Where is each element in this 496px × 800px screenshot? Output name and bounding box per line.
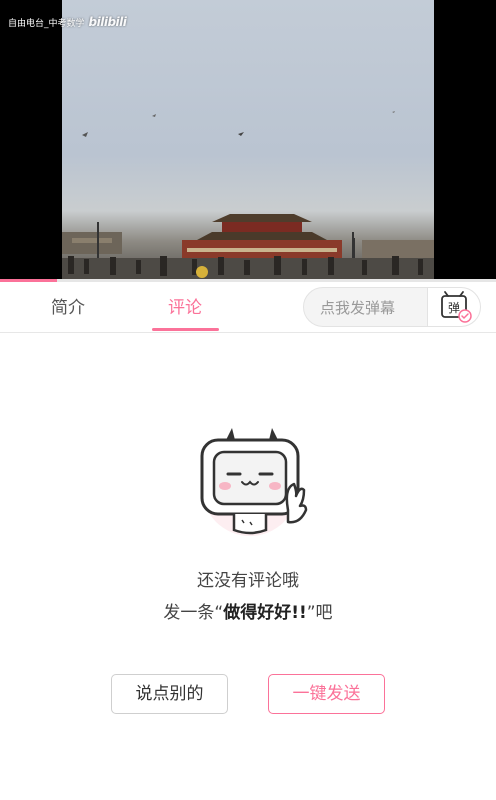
kite-icon — [392, 111, 395, 113]
watermark-text: 自由电台_中考数学 — [8, 18, 85, 29]
danmaku-button-label: 弹 — [448, 301, 460, 315]
video-player[interactable]: 自由电台_中考数学 bilibili — [0, 0, 496, 282]
danmaku-box: 弹 — [303, 287, 481, 327]
active-tab-indicator — [152, 328, 219, 331]
suggestion-phrase: 做得好好!! — [223, 603, 307, 623]
danmaku-toggle-button[interactable]: 弹 — [427, 288, 480, 326]
empty-comments-suggestion: 发一条“做得好好!!”吧 — [0, 598, 496, 623]
kite-icon — [152, 114, 156, 117]
video-scene — [62, 111, 434, 281]
danmaku-icon: 弹 — [441, 291, 472, 323]
kite-icon — [82, 132, 88, 137]
tab-comments[interactable]: 评论 — [137, 282, 233, 332]
suggestion-prefix: 发一条“ — [163, 603, 224, 623]
say-something-else-button[interactable]: 说点别的 — [111, 674, 228, 714]
one-click-send-button[interactable]: 一键发送 — [268, 674, 385, 714]
video-frame[interactable] — [62, 0, 434, 281]
bilibili-logo: bilibili — [88, 15, 127, 29]
tv-mascot-icon — [200, 428, 308, 536]
suggestion-suffix: ”吧 — [306, 603, 333, 623]
tv-mascot-illustration — [192, 418, 310, 544]
empty-comments-message: 还没有评论哦 — [197, 571, 299, 591]
tab-intro[interactable]: 简介 — [20, 282, 116, 332]
kite-icon — [238, 132, 244, 136]
danmaku-input[interactable] — [304, 288, 446, 326]
video-watermark: 自由电台_中考数学 bilibili — [8, 15, 127, 29]
